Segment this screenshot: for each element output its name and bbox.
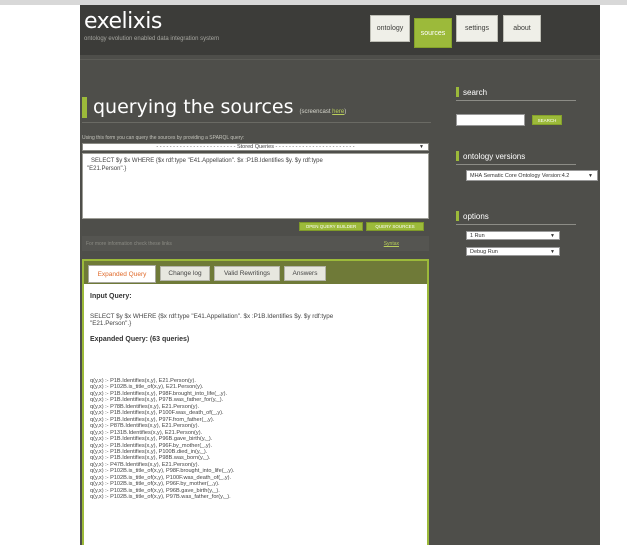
logo[interactable]: exelixis xyxy=(84,9,162,34)
run-select[interactable]: 1 Run ▼ xyxy=(466,231,560,240)
header: exelixis ontology evolution enabled data… xyxy=(80,5,600,55)
versions-header: ontology versions xyxy=(456,151,576,161)
more-info-text: For more information check these links xyxy=(86,241,172,247)
nav-about[interactable]: about xyxy=(503,15,541,42)
tab-strip: Expanded Query Change log Valid Rewritin… xyxy=(84,261,427,284)
syntax-link[interactable]: Syntax xyxy=(384,241,399,247)
query-sources-button[interactable]: QUERY SOURCES xyxy=(366,222,424,231)
search-accent-bar xyxy=(456,87,459,97)
title-accent-bar xyxy=(82,96,87,118)
page-margin-left xyxy=(0,5,80,545)
app-frame: exelixis ontology evolution enabled data… xyxy=(80,5,600,545)
chevron-down-icon: ▼ xyxy=(588,172,593,179)
chevron-down-icon: ▼ xyxy=(419,144,424,150)
intro-text: Using this form you can query the source… xyxy=(82,135,245,141)
header-divider xyxy=(80,59,600,60)
more-info-bar: For more information check these links S… xyxy=(82,236,429,251)
open-query-builder-button[interactable]: OPEN QUERY BUILDER xyxy=(299,222,363,231)
ontology-version-select[interactable]: MHA Sematic Core Ontology Version:4.2 ▼ xyxy=(466,170,598,181)
tagline: ontology evolution enabled data integrat… xyxy=(84,36,220,42)
ontology-version-value: MHA Sematic Core Ontology Version:4.2 xyxy=(470,172,570,179)
options-accent-bar xyxy=(456,211,459,221)
tab-expanded-query[interactable]: Expanded Query xyxy=(88,265,156,283)
expanded-query-list: q(y,x) :- P1B.Identifies(x,y), E21.Perso… xyxy=(90,378,422,501)
options-divider xyxy=(456,224,576,225)
query-line-1: SELECT $y $x WHERE {$x rdf:type "E41.App… xyxy=(91,158,323,164)
expanded-query-line: q(y,x) :- P102B.is_title_of(x,y), P97B.w… xyxy=(90,494,231,501)
query-line-2: "E21.Person".} xyxy=(87,166,127,172)
search-title: search xyxy=(463,87,488,97)
tab-valid-rewritings[interactable]: Valid Rewritings xyxy=(214,266,280,281)
screencast-link[interactable]: here xyxy=(332,109,344,115)
search-input[interactable] xyxy=(456,114,525,126)
expanded-query-heading: Expanded Query: (63 queries) xyxy=(90,336,190,343)
ontology-versions-section: ontology versions xyxy=(456,151,576,165)
tab-change-log[interactable]: Change log xyxy=(160,266,210,281)
screencast-note: (screencast here) xyxy=(299,109,346,115)
search-header: search xyxy=(456,87,576,97)
versions-accent-bar xyxy=(456,151,459,161)
debug-select[interactable]: Debug Run ▼ xyxy=(466,247,560,256)
versions-title: ontology versions xyxy=(463,151,526,161)
debug-select-value: Debug Run xyxy=(470,248,498,255)
page-title: querying the sources xyxy=(93,96,294,118)
page-margin-right xyxy=(600,5,627,545)
search-button[interactable]: SEARCH xyxy=(532,115,562,125)
chevron-down-icon: ▼ xyxy=(550,248,555,255)
expanded-query-panel: Input Query: SELECT $y $x WHERE {$x rdf:… xyxy=(90,293,422,501)
title-underline xyxy=(82,122,431,123)
input-query-line-2: "E21.Person".} xyxy=(90,320,132,327)
stored-queries-label: - - - - - - - - - - - - - - - - - - - - … xyxy=(156,144,355,150)
sparql-query-textarea[interactable]: SELECT $y $x WHERE {$x rdf:type "E41.App… xyxy=(82,153,429,219)
search-divider xyxy=(456,100,576,101)
page-title-row: querying the sources (screencast here) xyxy=(82,96,346,118)
nav-settings[interactable]: settings xyxy=(456,15,498,42)
chevron-down-icon: ▼ xyxy=(550,232,555,239)
search-section: search xyxy=(456,87,576,101)
screencast-prefix: (screencast xyxy=(299,109,333,115)
nav-sources[interactable]: sources xyxy=(414,18,452,48)
options-header: options xyxy=(456,211,576,221)
nav-ontology[interactable]: ontology xyxy=(370,15,410,42)
options-section: options xyxy=(456,211,576,225)
results-tabs: Expanded Query Change log Valid Rewritin… xyxy=(82,259,429,545)
tab-answers[interactable]: Answers xyxy=(284,266,326,281)
input-query-line-1: SELECT $y $x WHERE {$x rdf:type "E41.App… xyxy=(90,313,334,320)
input-query-heading: Input Query: xyxy=(90,293,132,300)
options-title: options xyxy=(463,211,489,221)
stored-queries-select[interactable]: - - - - - - - - - - - - - - - - - - - - … xyxy=(82,143,429,151)
run-select-value: 1 Run xyxy=(470,232,485,239)
versions-divider xyxy=(456,164,576,165)
screencast-suffix: ) xyxy=(344,109,347,115)
